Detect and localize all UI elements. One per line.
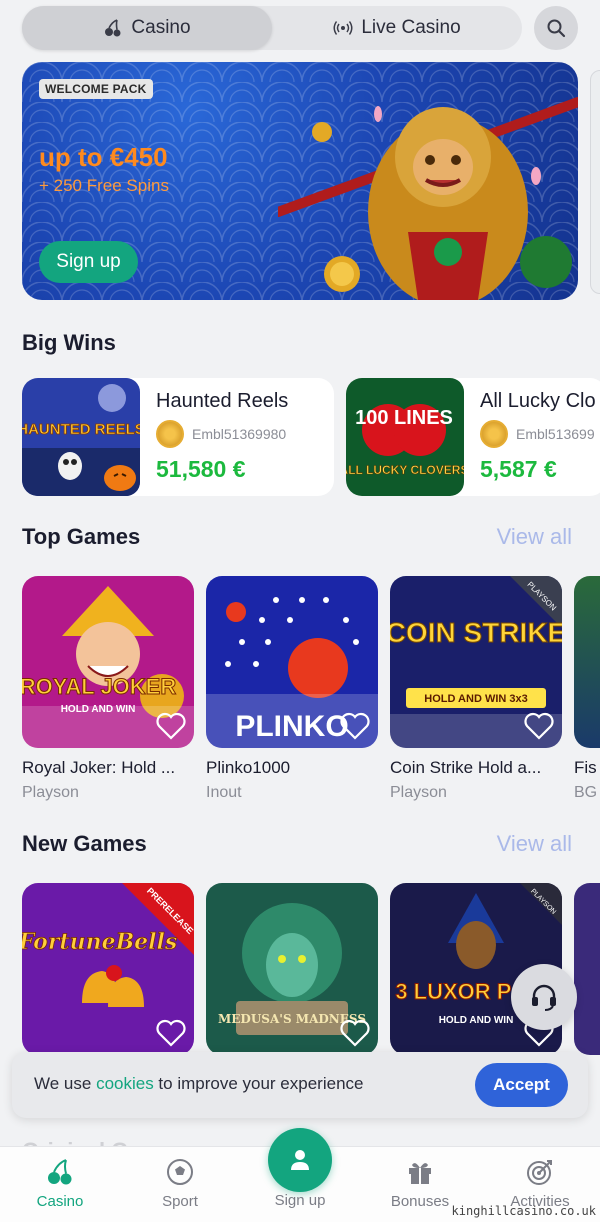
next-game-thumbnail xyxy=(574,883,600,1055)
banner-signup-button[interactable]: Sign up xyxy=(39,241,138,283)
big-win-game-name: Haunted Reels xyxy=(156,390,289,412)
game-tile[interactable]: ROYAL JOKER HOLD AND WIN Royal Joker: Ho… xyxy=(22,576,194,802)
accept-cookies-button[interactable]: Accept xyxy=(475,1063,568,1107)
user-icon xyxy=(291,1150,309,1170)
coin-strike-art-title: COIN STRIKE xyxy=(390,617,562,648)
nav-casino[interactable]: Casino xyxy=(10,1157,110,1210)
all-lucky-clovers-thumbnail: 100 LINES ALL LUCKY CLOVERS xyxy=(346,378,464,496)
game-title: Fis xyxy=(574,758,597,777)
svg-text:HAUNTED REELS: HAUNTED REELS xyxy=(22,421,140,438)
medusas-madness-thumbnail: MEDUSA'S MADNESS xyxy=(206,883,378,1055)
broadcast-icon xyxy=(333,21,353,35)
nav-sport-label: Sport xyxy=(162,1193,198,1210)
svg-text:ROYAL JOKER: ROYAL JOKER xyxy=(22,674,176,699)
svg-text:FortuneBells: FortuneBells xyxy=(22,929,177,955)
player-avatar xyxy=(480,420,508,448)
svg-text:HOLD AND WIN: HOLD AND WIN xyxy=(439,1015,514,1026)
player-avatar xyxy=(156,420,184,448)
top-games-title: Top Games xyxy=(22,524,141,549)
heart-icon[interactable] xyxy=(340,1019,370,1047)
fortune-bells-thumbnail: PRERELEASE FortuneBells xyxy=(22,883,194,1055)
game-provider: Inout xyxy=(206,784,242,801)
nav-sport[interactable]: Sport xyxy=(130,1157,230,1210)
big-win-player-name: Embl513699 xyxy=(516,426,595,442)
big-win-player: Embl513699 xyxy=(480,420,595,448)
nav-bonuses[interactable]: Bonuses xyxy=(370,1157,470,1210)
tab-casino[interactable]: Casino xyxy=(22,6,272,50)
big-wins-title: Big Wins xyxy=(22,330,116,355)
welcome-banner[interactable]: WELCOME PACK up to €450 + 250 Free Spins… xyxy=(22,62,578,300)
big-win-player: Embl51369980 xyxy=(156,420,286,448)
nav-signup-button[interactable] xyxy=(268,1128,332,1192)
top-games-view-all-link[interactable]: View all xyxy=(497,524,572,550)
gift-icon xyxy=(409,1163,431,1184)
big-win-card[interactable]: HAUNTED REELS Haunted Reels Embl51369980… xyxy=(22,378,334,496)
game-provider: Playson xyxy=(22,784,79,801)
cookie-message: We use cookies to improve your experienc… xyxy=(34,1074,363,1094)
game-tile[interactable]: PLAYSON COIN STRIKE HOLD AND WIN 3x3 Coi… xyxy=(390,576,562,802)
big-win-amount: 5,587 € xyxy=(480,456,557,482)
heart-icon[interactable] xyxy=(156,1019,186,1047)
headset-icon xyxy=(532,984,556,1011)
welcome-pack-badge: WELCOME PACK xyxy=(39,79,153,99)
cookie-banner: We use cookies to improve your experienc… xyxy=(12,1052,588,1118)
haunted-reels-art: HAUNTED REELS xyxy=(22,378,140,496)
coin-strike-thumbnail: PLAYSON COIN STRIKE HOLD AND WIN 3x3 xyxy=(390,576,562,748)
banner-subtitle: + 250 Free Spins xyxy=(39,176,169,195)
fishing-game-thumbnail xyxy=(574,576,600,748)
big-win-player-name: Embl51369980 xyxy=(192,426,287,442)
heart-icon[interactable] xyxy=(156,712,186,740)
game-tile[interactable] xyxy=(574,883,600,1055)
soccer-ball-icon xyxy=(167,1159,193,1185)
big-win-card[interactable]: 100 LINES ALL LUCKY CLOVERS All Lucky Cl… xyxy=(346,378,600,496)
top-bar: Casino Live Casino xyxy=(22,6,578,50)
game-tile[interactable]: PLINKO Plinko1000 Inout xyxy=(206,576,378,802)
heart-icon[interactable] xyxy=(340,712,370,740)
game-tile[interactable]: Fis BG xyxy=(574,576,600,802)
cookie-message-prefix: We use xyxy=(34,1074,97,1093)
svg-text:100 LINES: 100 LINES xyxy=(355,407,453,429)
casino-home-screen: Casino Live Casino WELCOME PACK up to €4… xyxy=(0,0,600,1222)
game-title: Plinko1000 xyxy=(206,758,291,777)
nav-casino-label: Casino xyxy=(36,1193,84,1210)
search-button[interactable] xyxy=(534,6,578,50)
game-provider: Playson xyxy=(390,784,447,801)
big-win-amount: 51,580 € xyxy=(156,456,246,482)
game-tile[interactable]: PRERELEASE FortuneBells xyxy=(22,883,194,1055)
heart-icon[interactable] xyxy=(524,712,554,740)
all-lucky-clovers-art: 100 LINES ALL LUCKY CLOVERS xyxy=(346,378,464,496)
big-win-game-name: All Lucky Clo xyxy=(480,390,596,412)
svg-text:PLINKO: PLINKO xyxy=(235,710,348,743)
game-tile[interactable]: MEDUSA'S MADNESS xyxy=(206,883,378,1055)
cookies-link[interactable]: cookies xyxy=(96,1074,154,1093)
tab-live-casino-label: Live Casino xyxy=(361,17,461,38)
royal-joker-thumbnail: ROYAL JOKER HOLD AND WIN xyxy=(22,576,194,748)
target-icon xyxy=(527,1160,552,1185)
new-games-view-all-link[interactable]: View all xyxy=(497,831,572,857)
search-icon xyxy=(547,19,566,38)
nav-activities[interactable]: Activities xyxy=(490,1157,590,1210)
cherry-icon xyxy=(48,1159,72,1185)
next-banner-peek[interactable] xyxy=(590,70,600,294)
plinko-thumbnail: PLINKO xyxy=(206,576,378,748)
cherry-icon xyxy=(105,19,121,37)
nav-signup-label: Sign up xyxy=(274,1192,326,1209)
new-games-title: New Games xyxy=(22,831,147,856)
monkey-king-illustration xyxy=(278,97,578,300)
svg-text:HOLD AND WIN 3x3: HOLD AND WIN 3x3 xyxy=(424,693,528,705)
game-title: Royal Joker: Hold ... xyxy=(22,758,176,777)
game-provider: BG xyxy=(574,784,598,801)
site-watermark: kinghillcasino.co.uk xyxy=(451,1204,597,1218)
cookie-message-suffix: to improve your experience xyxy=(153,1074,364,1093)
game-title: Coin Strike Hold a... xyxy=(390,758,542,777)
nav-bonuses-label: Bonuses xyxy=(390,1193,450,1210)
haunted-reels-thumbnail: HAUNTED REELS xyxy=(22,378,140,496)
tab-casino-label: Casino xyxy=(131,17,191,38)
casino-type-switch: Casino Live Casino xyxy=(22,6,522,50)
tab-live-casino[interactable]: Live Casino xyxy=(272,6,522,50)
svg-text:ALL LUCKY CLOVERS: ALL LUCKY CLOVERS xyxy=(346,463,464,477)
banner-headline: up to €450 xyxy=(39,142,168,172)
support-chat-button[interactable] xyxy=(511,964,577,1030)
